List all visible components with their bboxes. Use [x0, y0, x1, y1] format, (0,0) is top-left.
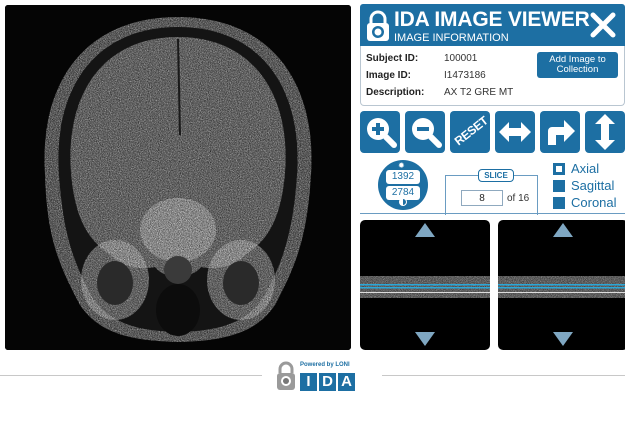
- logo-letter-d: D: [319, 373, 336, 391]
- coronal-label: Coronal: [571, 195, 617, 210]
- subject-id-row: Subject ID: 100001: [366, 53, 541, 67]
- image-id-label: Image ID:: [366, 70, 412, 81]
- description-label: Description:: [366, 87, 425, 98]
- coronal-slice-down-icon[interactable]: [553, 332, 573, 346]
- pan-vertical-button[interactable]: [585, 111, 625, 153]
- close-icon[interactable]: [589, 11, 617, 39]
- image-id-value: I1473186: [444, 70, 486, 81]
- coronal-slice-up-icon[interactable]: [553, 223, 573, 237]
- footer-divider-left: [0, 375, 262, 376]
- reset-button[interactable]: RESET: [450, 111, 491, 153]
- sagittal-slice-up-icon[interactable]: [415, 223, 435, 237]
- mri-axial-slice-image: [5, 5, 351, 350]
- zoom-in-icon: [367, 118, 397, 148]
- add-to-collection-button[interactable]: Add Image to Collection: [537, 52, 618, 78]
- viewer-header: IDA IMAGE VIEWER IMAGE INFORMATION: [360, 4, 625, 46]
- lock-icon: [367, 10, 389, 41]
- logo-letter-a: A: [338, 373, 355, 391]
- description-row: Description: AX T2 GRE MT: [366, 87, 541, 101]
- coronal-thumbnail[interactable]: [498, 220, 625, 350]
- zoom-out-button[interactable]: [405, 111, 445, 153]
- window-value[interactable]: 1392: [386, 170, 420, 184]
- brightness-icon: ✹: [398, 161, 405, 170]
- sagittal-slice-down-icon[interactable]: [415, 332, 435, 346]
- axial-label: Axial: [571, 161, 600, 176]
- coronal-radio[interactable]: [553, 197, 565, 209]
- mri-image-viewport[interactable]: [5, 5, 351, 350]
- pan-vertical-icon: [595, 114, 615, 150]
- viewer-subtitle: IMAGE INFORMATION: [394, 32, 509, 44]
- ida-lock-logo-icon: [277, 361, 295, 390]
- window-level-control[interactable]: ✹ 1392 2784: [378, 160, 428, 210]
- coronal-preview-image: [498, 276, 625, 298]
- description-value: AX T2 GRE MT: [444, 87, 514, 98]
- sagittal-thumbnail[interactable]: [360, 220, 490, 350]
- zoom-out-icon: [412, 118, 442, 148]
- zoom-in-button[interactable]: [360, 111, 400, 153]
- logo-letter-i: I: [300, 373, 317, 391]
- slice-label: SLICE: [478, 169, 514, 182]
- viewer-title: IDA IMAGE VIEWER: [394, 8, 590, 31]
- sagittal-label: Sagittal: [571, 178, 615, 193]
- pan-horizontal-button[interactable]: [495, 111, 535, 153]
- powered-by-text: Powered by LONI: [300, 362, 350, 368]
- pan-horizontal-icon: [499, 122, 531, 142]
- slice-total: of 16: [507, 193, 530, 204]
- slice-number-input[interactable]: [461, 190, 503, 206]
- image-toolbar: RESET: [360, 111, 625, 153]
- sagittal-radio[interactable]: [553, 180, 565, 192]
- subject-id-value: 100001: [444, 53, 478, 64]
- sagittal-preview-image: [360, 276, 490, 298]
- contrast-icon: [399, 198, 407, 206]
- rotate-icon: [548, 120, 575, 145]
- subject-id-label: Subject ID:: [366, 53, 419, 64]
- reset-label: RESET: [451, 113, 491, 149]
- axial-radio[interactable]: [553, 163, 565, 175]
- rotate-button[interactable]: [540, 111, 580, 153]
- image-id-row: Image ID: I1473186: [366, 70, 541, 84]
- image-info-panel: Subject ID: 100001 Image ID: I1473186 De…: [360, 46, 625, 106]
- footer-divider-right: [382, 375, 625, 376]
